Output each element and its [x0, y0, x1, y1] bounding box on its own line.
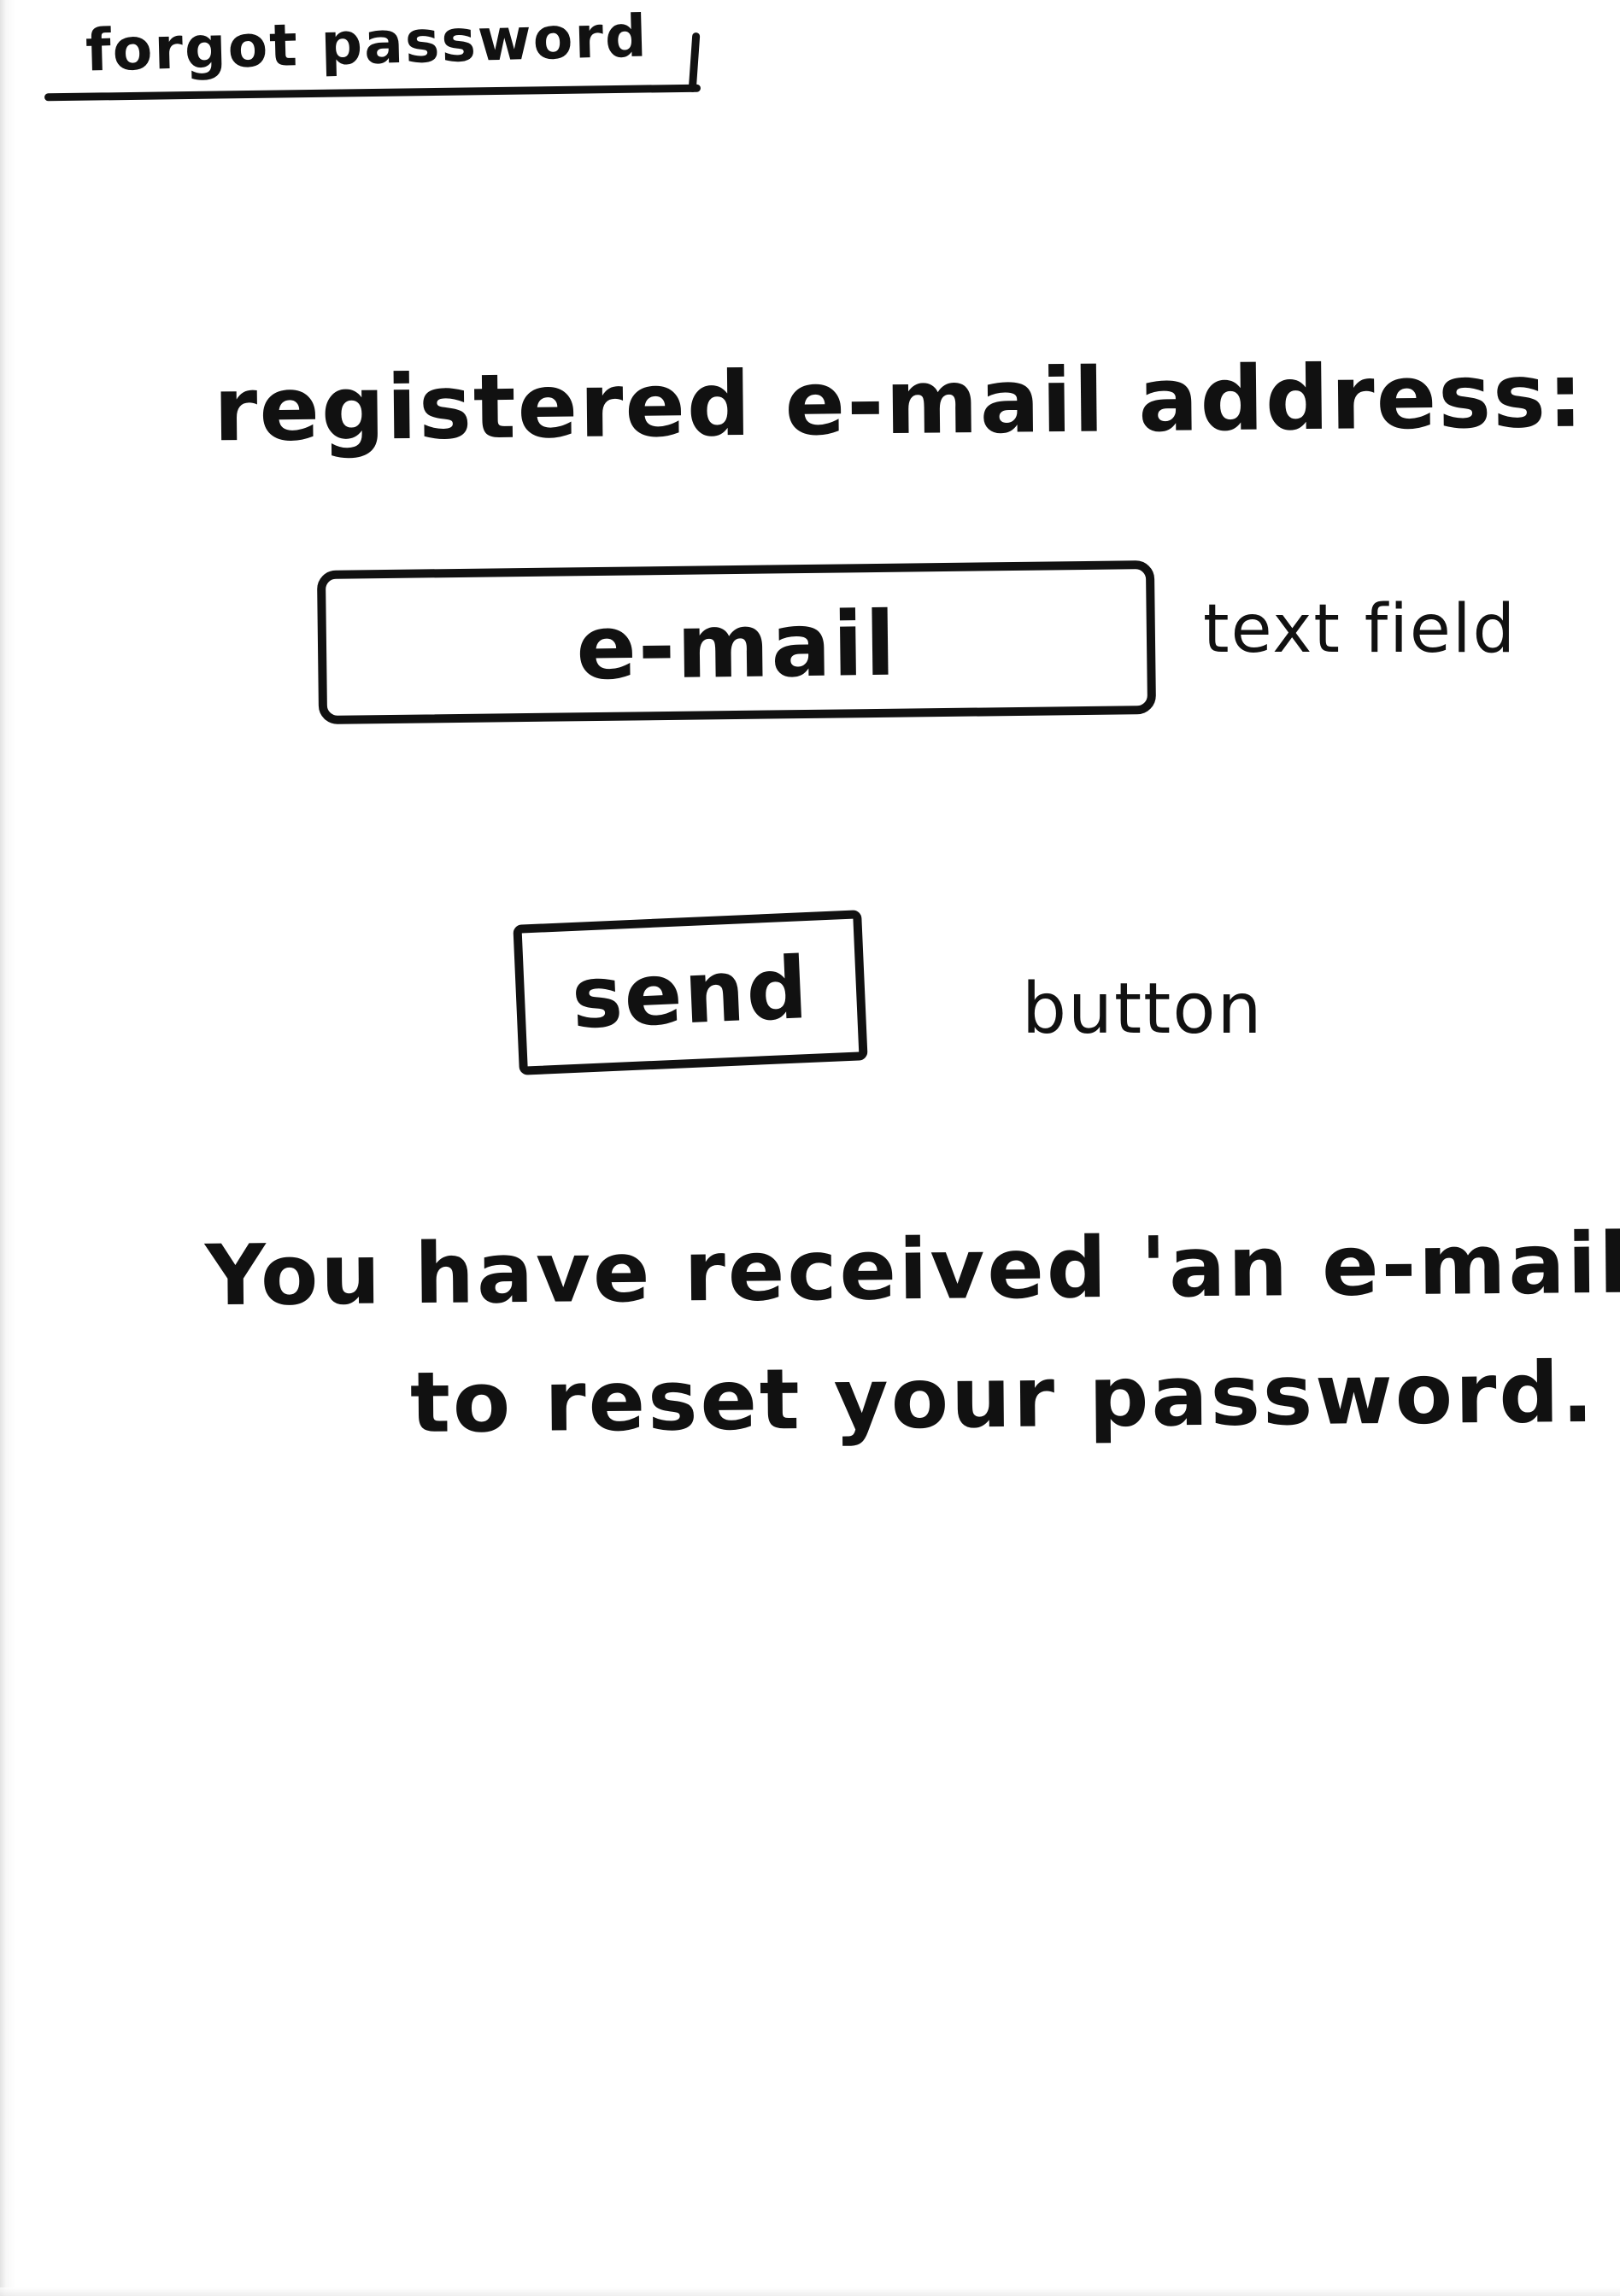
paper-edge [0, 0, 15, 2296]
confirmation-message-line-1: You have received 'an e-mail [204, 1215, 1620, 1326]
send-button-annotation: button [1022, 969, 1264, 1050]
screen-title-tab: forgot password [44, 3, 702, 106]
email-field-label: registered e-mail address: [213, 343, 1586, 462]
send-button-label: send [569, 937, 812, 1048]
send-button[interactable]: send [513, 910, 868, 1075]
screen-title: forgot password [85, 3, 649, 85]
email-field-annotation: text field [1203, 591, 1517, 668]
email-field[interactable]: e-mail [316, 560, 1157, 724]
title-underline [44, 84, 701, 102]
email-placeholder: e-mail [575, 591, 898, 700]
title-bracket [688, 32, 701, 93]
confirmation-message-line-2: to reset your password. [409, 1344, 1597, 1453]
paper-edge-bottom [0, 2287, 1620, 2296]
